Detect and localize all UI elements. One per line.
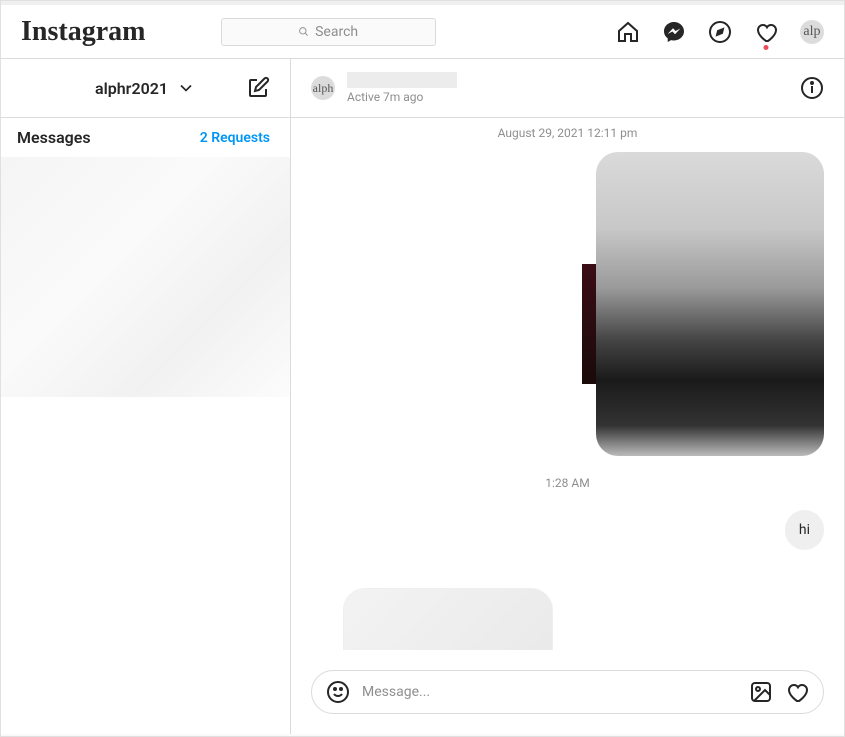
info-icon[interactable] — [800, 76, 824, 100]
message-input[interactable] — [362, 684, 737, 700]
explore-icon[interactable] — [708, 20, 732, 44]
home-icon[interactable] — [616, 20, 640, 44]
time-divider: 1:28 AM — [311, 460, 824, 506]
media-edge — [582, 264, 596, 384]
emoji-icon[interactable] — [326, 680, 350, 704]
shared-post[interactable] — [596, 152, 824, 456]
account-username: alphr2021 — [95, 79, 168, 98]
outgoing-message — [311, 152, 824, 456]
outgoing-message: hi — [311, 510, 824, 550]
conversation-header: alph Active 7m ago — [291, 59, 844, 118]
heart-icon[interactable] — [785, 680, 809, 704]
conversation-avatar[interactable]: alph — [311, 76, 335, 100]
message-bubble[interactable] — [343, 588, 553, 650]
compose-icon[interactable] — [246, 76, 270, 100]
activity-button[interactable] — [754, 20, 778, 44]
incoming-message: alph — [311, 588, 824, 650]
messenger-icon[interactable] — [662, 20, 686, 44]
message-bubble[interactable]: hi — [785, 510, 824, 550]
conversation-pane: alph Active 7m ago August 29, 2021 12:11… — [291, 59, 844, 734]
composer — [291, 650, 844, 734]
thread-list-item[interactable] — [1, 157, 290, 397]
instagram-logo[interactable]: Instagram — [21, 16, 145, 48]
account-switcher[interactable]: alphr2021 — [95, 78, 196, 98]
chevron-down-icon — [176, 78, 196, 98]
notification-dot — [763, 45, 768, 50]
top-nav: Instagram Search alp — [1, 5, 844, 59]
heart-icon — [754, 20, 778, 44]
profile-avatar[interactable]: alp — [800, 20, 824, 44]
sidebar: alphr2021 Messages 2 Requests — [1, 59, 291, 734]
conversation-title[interactable] — [347, 72, 457, 88]
messages-tab[interactable]: Messages — [17, 128, 91, 147]
requests-link[interactable]: 2 Requests — [200, 130, 270, 146]
image-icon[interactable] — [749, 680, 773, 704]
search-input[interactable] — [221, 18, 436, 46]
active-status: Active 7m ago — [347, 90, 457, 104]
date-divider: August 29, 2021 12:11 pm — [311, 118, 824, 148]
